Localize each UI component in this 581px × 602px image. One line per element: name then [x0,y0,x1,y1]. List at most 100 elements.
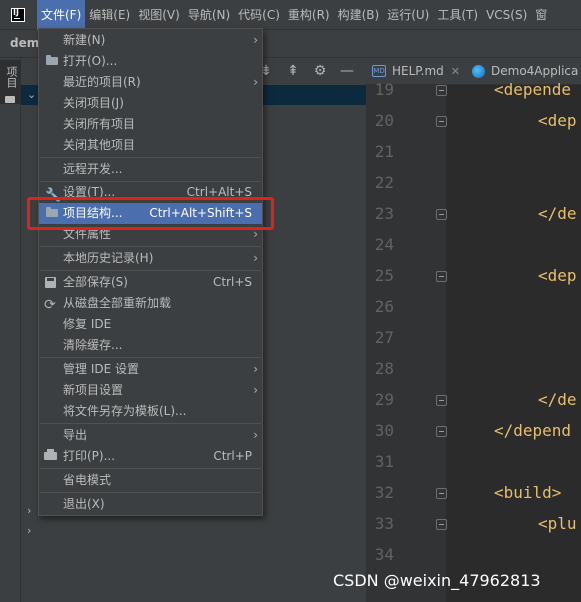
fold-marker-icon[interactable] [436,85,447,96]
menu-item-recent-projects[interactable]: 最近的项目(R) › [39,72,262,93]
menu-item-close-other-projects[interactable]: 关闭其他项目 [39,135,262,156]
chevron-right-icon[interactable]: › [27,524,31,537]
code-line: <build> [494,483,562,502]
menu-edit[interactable]: 编辑(E) [85,0,134,30]
project-breadcrumb[interactable]: dem [10,36,39,50]
shortcut-label: Ctrl+S [212,275,252,289]
fold-marker-icon[interactable] [436,271,447,282]
line-number: 25 [374,266,394,285]
save-icon [45,277,56,288]
menu-separator [40,270,261,271]
fold-marker-icon[interactable] [436,488,447,499]
menu-separator [40,468,261,469]
line-number: 27 [374,328,394,347]
line-number: 34 [374,545,394,564]
project-tool-tab[interactable]: 项目 [0,60,21,104]
menu-item-close-project[interactable]: 关闭项目(J) [39,93,262,114]
watermark: CSDN @weixin_47962813 [333,571,541,590]
menu-item-print[interactable]: 打印(P)... Ctrl+P [39,446,262,467]
chevron-down-icon[interactable]: ⌄ [27,88,36,101]
chevron-right-icon: › [253,362,258,376]
menu-item-local-history[interactable]: 本地历史记录(H) › [39,248,262,269]
chevron-right-icon: › [253,33,258,47]
menu-item-open[interactable]: 打开(O)... [39,51,262,72]
code-line: <dep [538,266,577,285]
chevron-right-icon: › [253,75,258,89]
menu-build[interactable]: 构建(B) [334,0,384,30]
chevron-right-icon: › [253,428,258,442]
project-panel-toolbar: ⇟ ⇞ ⚙ — [257,62,356,80]
menu-item-exit[interactable]: 退出(X) [39,494,262,515]
menu-window[interactable]: 窗 [531,0,551,30]
menu-item-reload-all[interactable]: ⟳ 从磁盘全部重新加载 [39,293,262,314]
close-icon[interactable]: ✕ [451,65,460,78]
code-line: <plu [538,514,577,533]
line-number: 32 [374,483,394,502]
code-line: <dep [538,111,577,130]
line-number: 24 [374,235,394,254]
menu-file[interactable]: 文件(F) [37,0,86,30]
intellij-logo-icon[interactable]: IJ [11,7,25,22]
code-line: <depende [494,80,572,99]
menu-separator [40,357,261,358]
folder-icon [46,55,58,65]
line-number: 28 [374,359,394,378]
folder-icon [5,96,15,103]
menu-item-export[interactable]: 导出 › [39,425,262,446]
line-number: 26 [374,297,394,316]
line-number: 33 [374,514,394,533]
menu-vcs[interactable]: VCS(S) [482,0,531,30]
menu-run[interactable]: 运行(U) [383,0,433,30]
fold-marker-icon[interactable] [436,116,447,127]
fold-marker-icon[interactable] [436,519,447,530]
file-menu-dropdown: 新建(N) › 打开(O)... 最近的项目(R) › 关闭项目(J) 关闭所有… [38,28,263,516]
code-line: </de [538,204,577,223]
fold-marker-icon[interactable] [436,426,447,437]
print-icon [44,449,57,460]
fold-marker-icon[interactable] [436,209,447,220]
tab-label: Demo4Applica [491,64,579,78]
chevron-right-icon: › [253,251,258,265]
code-line: </depend [494,421,572,440]
menu-item-remote-development[interactable]: 远程开发... [39,159,262,180]
menu-navigate[interactable]: 导航(N) [184,0,234,30]
menu-separator [40,423,261,424]
menu-item-repair-ide[interactable]: 修复 IDE [39,314,262,335]
chevron-right-icon: › [253,383,258,397]
menu-item-save-as-template[interactable]: 将文件另存为模板(L)... [39,401,262,422]
minimize-icon[interactable]: — [338,62,356,80]
markdown-icon: MD [372,65,386,77]
tab-label: HELP.md [392,64,444,78]
line-number: 23 [374,204,394,223]
line-number: 22 [374,173,394,192]
menu-item-power-save-mode[interactable]: 省电模式 [39,470,262,491]
spring-icon [472,64,485,78]
menu-separator [40,157,261,158]
menu-tools[interactable]: 工具(T) [433,0,482,30]
reload-icon: ⟳ [44,297,56,313]
menu-refactor[interactable]: 重构(R) [284,0,334,30]
line-number: 30 [374,421,394,440]
collapse-all-icon[interactable]: ⇞ [284,62,302,80]
line-number: 21 [374,142,394,161]
code-line: </de [538,390,577,409]
highlight-annotation-box [27,197,274,230]
menu-item-new[interactable]: 新建(N) › [39,30,262,51]
menu-separator [40,246,261,247]
menu-item-new-project-settings[interactable]: 新项目设置 › [39,380,262,401]
line-number: 20 [374,111,394,130]
left-tool-strip: 项目 [0,58,21,602]
menu-item-save-all[interactable]: 全部保存(S) Ctrl+S [39,272,262,293]
menu-bar: IJ 文件(F) 编辑(E) 视图(V) 导航(N) 代码(C) 重构(R) 构… [0,0,581,30]
fold-marker-icon[interactable] [436,395,447,406]
chevron-right-icon[interactable]: › [27,504,31,517]
menu-item-close-all-projects[interactable]: 关闭所有项目 [39,114,262,135]
menu-item-invalidate-caches[interactable]: 清除缓存... [39,335,262,356]
menu-code[interactable]: 代码(C) [234,0,284,30]
menu-view[interactable]: 视图(V) [134,0,184,30]
menu-item-manage-ide-settings[interactable]: 管理 IDE 设置 › [39,359,262,380]
gear-icon[interactable]: ⚙ [311,62,329,80]
shortcut-label: Ctrl+P [213,449,252,463]
project-tool-label: 项目 [5,66,18,88]
menu-separator [40,492,261,493]
